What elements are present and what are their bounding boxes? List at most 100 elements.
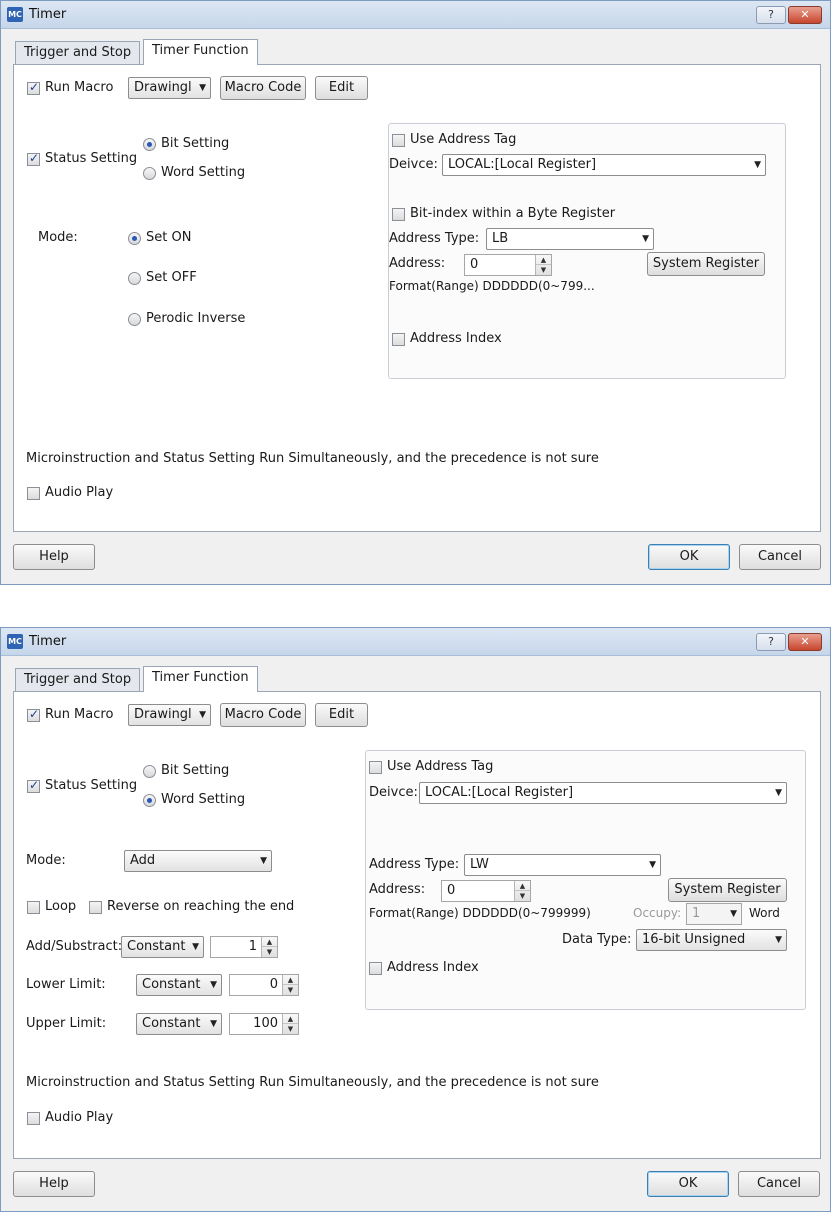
- loop-label: Loop: [45, 899, 77, 914]
- spin-up-icon[interactable]: ▲: [283, 1014, 298, 1024]
- address-index-checkbox[interactable]: [369, 962, 382, 975]
- loop-checkbox[interactable]: [27, 901, 40, 914]
- chevron-down-icon: ▼: [210, 980, 217, 990]
- spin-up-icon[interactable]: ▲: [515, 881, 530, 891]
- edit-button[interactable]: Edit: [315, 76, 368, 100]
- cancel-button[interactable]: Cancel: [738, 1171, 820, 1197]
- add-substract-type-value: Constant: [127, 939, 186, 954]
- macro-select[interactable]: Drawingl ▼: [128, 704, 211, 726]
- add-substract-type-select[interactable]: Constant ▼: [121, 936, 204, 958]
- system-register-button[interactable]: System Register: [668, 878, 787, 902]
- bit-setting-radio[interactable]: [143, 138, 156, 151]
- word-setting-label: Word Setting: [161, 792, 246, 807]
- reverse-checkbox[interactable]: [89, 901, 102, 914]
- address-type-select[interactable]: LW ▼: [464, 854, 661, 876]
- bit-setting-radio[interactable]: [143, 765, 156, 778]
- edit-button[interactable]: Edit: [315, 703, 368, 727]
- upper-limit-input[interactable]: 100 ▲ ▼: [229, 1013, 299, 1035]
- word-setting-radio[interactable]: [143, 794, 156, 807]
- upper-limit-label: Upper Limit:: [26, 1016, 107, 1031]
- periodic-inverse-radio[interactable]: [128, 313, 141, 326]
- audio-play-label: Audio Play: [45, 485, 114, 500]
- address-spinner[interactable]: ▲ ▼: [514, 881, 530, 901]
- lower-limit-input[interactable]: 0 ▲ ▼: [229, 974, 299, 996]
- macro-code-button[interactable]: Macro Code: [220, 76, 306, 100]
- spin-down-icon[interactable]: ▼: [262, 947, 277, 957]
- macro-code-button[interactable]: Macro Code: [220, 703, 306, 727]
- status-setting-checkbox[interactable]: [27, 778, 40, 793]
- spin-up-icon[interactable]: ▲: [262, 937, 277, 947]
- mode-label: Mode:: [26, 853, 66, 868]
- audio-play-checkbox[interactable]: [27, 1112, 40, 1125]
- use-address-tag-checkbox[interactable]: [369, 761, 382, 774]
- help-button[interactable]: Help: [13, 544, 95, 570]
- help-title-button[interactable]: ?: [756, 6, 786, 24]
- lower-limit-type-select[interactable]: Constant ▼: [136, 974, 222, 996]
- address-spinner[interactable]: ▲ ▼: [535, 255, 551, 275]
- close-button[interactable]: ✕: [788, 633, 822, 651]
- address-index-checkbox[interactable]: [392, 333, 405, 346]
- data-type-select[interactable]: 16-bit Unsigned ▼: [636, 929, 787, 951]
- use-address-tag-checkbox[interactable]: [392, 134, 405, 147]
- word-setting-radio[interactable]: [143, 167, 156, 180]
- precedence-note: Microinstruction and Status Setting Run …: [26, 451, 599, 466]
- run-macro-checkbox[interactable]: [27, 707, 40, 722]
- upper-limit-type-select[interactable]: Constant ▼: [136, 1013, 222, 1035]
- spin-down-icon[interactable]: ▼: [515, 891, 530, 901]
- use-address-tag-label: Use Address Tag: [387, 759, 494, 774]
- lower-limit-label: Lower Limit:: [26, 977, 106, 992]
- run-macro-checkbox[interactable]: [27, 80, 40, 95]
- occupy-value: 1: [692, 906, 701, 921]
- upper-limit-spinner[interactable]: ▲ ▼: [282, 1014, 298, 1034]
- periodic-inverse-label: Perodic Inverse: [146, 311, 246, 326]
- close-button[interactable]: ✕: [788, 6, 822, 24]
- add-substract-spinner[interactable]: ▲ ▼: [261, 937, 277, 957]
- lower-limit-spinner[interactable]: ▲ ▼: [282, 975, 298, 995]
- ok-button[interactable]: OK: [647, 1171, 729, 1197]
- spin-down-icon[interactable]: ▼: [283, 1024, 298, 1034]
- macro-select[interactable]: Drawingl ▼: [128, 77, 211, 99]
- word-unit-label: Word: [749, 906, 780, 920]
- address-type-select[interactable]: LB ▼: [486, 228, 654, 250]
- address-input[interactable]: 0 ▲ ▼: [441, 880, 531, 902]
- tab-trigger-and-stop[interactable]: Trigger and Stop: [15, 41, 141, 65]
- device-select[interactable]: LOCAL:[Local Register] ▼: [442, 154, 766, 176]
- address-input[interactable]: 0 ▲ ▼: [464, 254, 552, 276]
- status-setting-checkbox[interactable]: [27, 151, 40, 166]
- add-substract-label: Add/Substract:: [26, 939, 123, 954]
- audio-play-checkbox[interactable]: [27, 487, 40, 500]
- ok-button[interactable]: OK: [648, 544, 730, 570]
- data-type-label: Data Type:: [562, 932, 632, 947]
- title-bar[interactable]: MC Timer ? ✕: [1, 628, 830, 656]
- bit-index-checkbox[interactable]: [392, 208, 405, 221]
- system-register-button[interactable]: System Register: [647, 252, 765, 276]
- tab-trigger-and-stop[interactable]: Trigger and Stop: [15, 668, 141, 692]
- cancel-button[interactable]: Cancel: [739, 544, 821, 570]
- tab-timer-function[interactable]: Timer Function: [143, 39, 258, 65]
- spin-down-icon[interactable]: ▼: [536, 265, 551, 275]
- help-title-button[interactable]: ?: [756, 633, 786, 651]
- tab-timer-function[interactable]: Timer Function: [143, 666, 258, 692]
- chevron-down-icon: ▼: [210, 1019, 217, 1029]
- address-value: 0: [470, 257, 479, 272]
- title-bar[interactable]: MC Timer ? ✕: [1, 1, 830, 29]
- bit-setting-label: Bit Setting: [161, 763, 230, 778]
- spin-up-icon[interactable]: ▲: [536, 255, 551, 265]
- add-substract-input[interactable]: 1 ▲ ▼: [210, 936, 278, 958]
- timer-function-panel: Run Macro Drawingl ▼ Macro Code Edit Bit…: [13, 64, 821, 532]
- timer-dialog-bit-setting: MC Timer ? ✕ Trigger and Stop Timer Func…: [0, 0, 831, 585]
- status-setting-label: Status Setting: [45, 778, 138, 793]
- audio-play-label: Audio Play: [45, 1110, 114, 1125]
- status-setting-label: Status Setting: [45, 151, 138, 166]
- spin-up-icon[interactable]: ▲: [283, 975, 298, 985]
- mode-select[interactable]: Add ▼: [124, 850, 272, 872]
- app-icon: MC: [7, 7, 23, 22]
- spin-down-icon[interactable]: ▼: [283, 985, 298, 995]
- device-select[interactable]: LOCAL:[Local Register] ▼: [419, 782, 787, 804]
- set-on-label: Set ON: [146, 230, 192, 245]
- set-off-label: Set OFF: [146, 270, 197, 285]
- address-index-label: Address Index: [387, 960, 479, 975]
- help-button[interactable]: Help: [13, 1171, 95, 1197]
- set-off-radio[interactable]: [128, 272, 141, 285]
- set-on-radio[interactable]: [128, 232, 141, 245]
